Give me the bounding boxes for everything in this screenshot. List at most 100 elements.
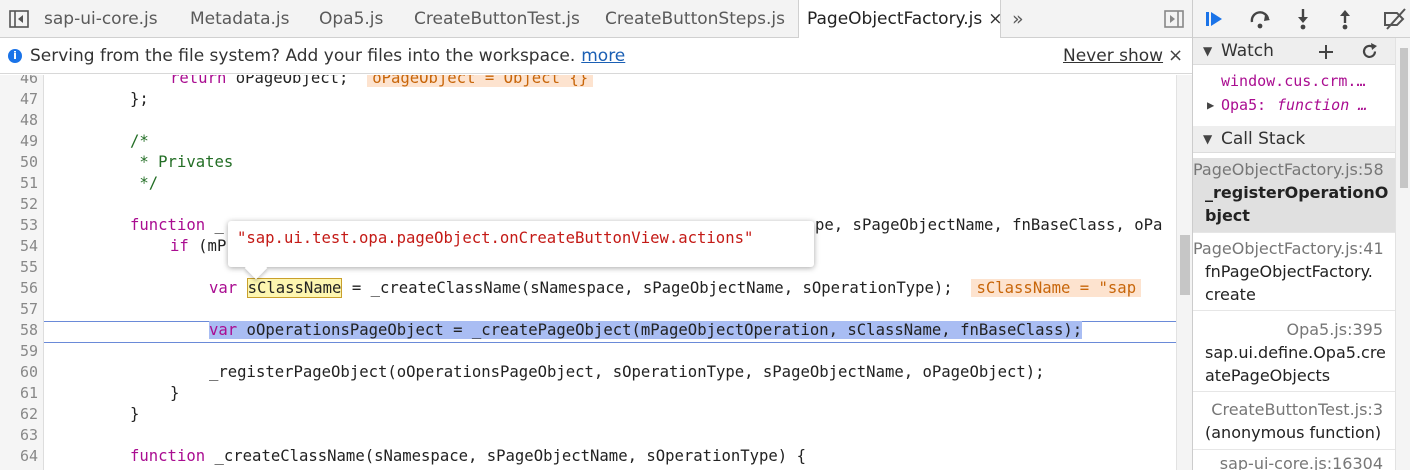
frame-function: (anonymous function) [1205, 423, 1382, 442]
frame-function: _registerOperationO [1205, 183, 1389, 202]
info-icon: i [8, 49, 22, 63]
code-area[interactable]: 46 47 48 49 50 51 52 53 54 55 56 57 58 5… [0, 75, 1176, 470]
add-watch-icon[interactable] [1317, 43, 1335, 61]
popover-value: "sap.ui.test.opa.pageObject.onCreateButt… [237, 229, 754, 247]
line-number[interactable]: 63 [0, 426, 38, 444]
tab-metadata[interactable]: Metadata.js [190, 0, 290, 38]
keyword: return [170, 75, 227, 87]
workspace-infobar: i Serving from the file system? Add your… [0, 38, 1192, 74]
line-number[interactable]: 53 [0, 216, 38, 234]
tab-opa5[interactable]: Opa5.js [319, 0, 383, 38]
line-number[interactable]: 55 [0, 258, 38, 276]
code-line-61: } [170, 384, 180, 402]
line-number-gutter: 46 47 48 49 50 51 52 53 54 55 56 57 58 5… [0, 75, 44, 470]
toggle-debugger-icon[interactable] [1163, 8, 1185, 30]
frame-location: PageObjectFactory.js:58 [1193, 160, 1384, 179]
tab-label: PageObjectFactory.js [807, 9, 983, 29]
line-number[interactable]: 51 [0, 174, 38, 192]
call-frame[interactable]: sap-ui-core.js:16304 [1193, 452, 1395, 470]
hovered-variable[interactable]: sClassName [246, 278, 343, 298]
line-number[interactable]: 60 [0, 363, 38, 381]
line-number[interactable]: 52 [0, 195, 38, 213]
call-stack-title: Call Stack [1221, 129, 1306, 149]
tab-label: CreateButtonSteps.js [605, 9, 785, 29]
code-line-62: } [130, 405, 140, 423]
code-text: oPageObject; [226, 75, 349, 87]
never-show-link[interactable]: Never show [1063, 38, 1163, 74]
frame-location: PageObjectFactory.js:41 [1193, 239, 1384, 258]
call-frame[interactable]: PageObjectFactory.js:58 _registerOperati… [1193, 158, 1395, 233]
deactivate-breakpoints-icon[interactable] [1383, 7, 1407, 31]
code-text: = _createClassName(sNamespace, sPageObje… [342, 279, 953, 297]
infobar-text: Serving from the file system? Add your f… [30, 46, 576, 66]
line-number[interactable]: 57 [0, 300, 38, 318]
expand-triangle-icon[interactable]: ▶ [1207, 93, 1214, 117]
chevron-double-right-icon: » [1012, 8, 1024, 30]
tab-create-button-test[interactable]: CreateButtonTest.js [414, 0, 580, 38]
watch-name: Opa5 [1221, 96, 1258, 114]
code-line-53: function _ [130, 216, 224, 234]
collapse-triangle-icon: ▼ [1203, 132, 1213, 146]
step-out-icon[interactable] [1333, 7, 1357, 31]
line-number[interactable]: 48 [0, 111, 38, 129]
code-line-56: var sClassName = _createClassName(sNames… [209, 278, 1142, 298]
inline-value: sClassName = "sap [971, 279, 1142, 297]
source-editor-pane: sap-ui-core.js Metadata.js Opa5.js Creat… [0, 0, 1192, 470]
code-line-58: var oOperationsPageObject = _createPageO… [209, 321, 1083, 339]
line-number[interactable]: 47 [0, 90, 38, 108]
line-number[interactable]: 59 [0, 342, 38, 360]
tab-sap-ui-core[interactable]: sap-ui-core.js [44, 0, 158, 38]
line-number[interactable]: 50 [0, 153, 38, 171]
code-line-64: function _createClassName(sNamespace, sP… [130, 447, 806, 465]
keyword: var [209, 279, 238, 297]
line-number[interactable]: 56 [0, 279, 38, 297]
code-text: _ [205, 216, 224, 234]
frame-function: create [1205, 285, 1256, 304]
scrollbar-thumb[interactable] [1180, 235, 1190, 295]
line-number[interactable]: 62 [0, 405, 38, 423]
step-over-icon[interactable] [1248, 7, 1272, 31]
more-link[interactable]: more [581, 46, 625, 66]
scrollbar-thumb[interactable] [1400, 48, 1408, 188]
refresh-icon[interactable] [1360, 42, 1379, 61]
keyword: if [170, 237, 189, 255]
tab-create-button-steps[interactable]: CreateButtonSteps.js [605, 0, 785, 38]
line-number[interactable]: 49 [0, 132, 38, 150]
watch-expression[interactable]: ▶ Opa5: function … [1193, 93, 1395, 117]
line-number[interactable]: 46 [0, 75, 38, 87]
frame-function: bject [1205, 206, 1250, 225]
tab-label: CreateButtonTest.js [414, 9, 580, 29]
editor-tab-bar: sap-ui-core.js Metadata.js Opa5.js Creat… [0, 0, 1192, 39]
code-line-60: _registerPageObject(oOperationsPageObjec… [209, 363, 1045, 381]
tab-overflow-button[interactable]: » [1012, 0, 1024, 38]
frame-location: sap-ui-core.js:16304 [1219, 454, 1383, 470]
code-line-46: return oPageObject; oPageObject = Object… [170, 75, 594, 87]
line-number[interactable]: 64 [0, 447, 38, 465]
editor-scrollbar[interactable] [1176, 75, 1192, 470]
close-infobar-icon[interactable]: × [1168, 38, 1183, 74]
keyword: function [130, 447, 206, 465]
line-number[interactable]: 61 [0, 384, 38, 402]
call-frame[interactable]: CreateButtonTest.js:3 (anonymous functio… [1193, 398, 1395, 450]
call-frame[interactable]: PageObjectFactory.js:41 fnPageObjectFact… [1193, 237, 1395, 311]
resume-icon[interactable] [1203, 7, 1227, 31]
frame-function: fnPageObjectFactory. [1205, 262, 1373, 281]
debugger-toolbar [1193, 0, 1410, 38]
sidebar-scrollbar[interactable] [1395, 38, 1410, 470]
tab-page-object-factory[interactable]: PageObjectFactory.js × [798, 0, 1002, 39]
toggle-navigator-icon[interactable] [8, 8, 30, 30]
keyword: function [130, 216, 206, 234]
watch-expression[interactable]: window.cus.crm.… [1193, 69, 1395, 93]
step-into-icon[interactable] [1291, 7, 1315, 31]
code-line-50: * Privates [130, 153, 234, 171]
variable-value-popover: "sap.ui.test.opa.pageObject.onCreateButt… [228, 221, 814, 280]
line-number-current[interactable]: 58 [0, 321, 38, 339]
call-frame[interactable]: Opa5.js:395 sap.ui.define.Opa5.cre atePa… [1193, 318, 1395, 392]
close-tab-icon[interactable]: × [988, 9, 1002, 29]
code-line-51: */ [130, 174, 159, 192]
watch-section-header[interactable]: ▼ Watch [1193, 38, 1395, 65]
line-number[interactable]: 54 [0, 237, 38, 255]
call-stack-section-header[interactable]: ▼ Call Stack [1193, 126, 1395, 153]
frame-location: CreateButtonTest.js:3 [1211, 400, 1383, 419]
watch-title: Watch [1221, 41, 1274, 61]
